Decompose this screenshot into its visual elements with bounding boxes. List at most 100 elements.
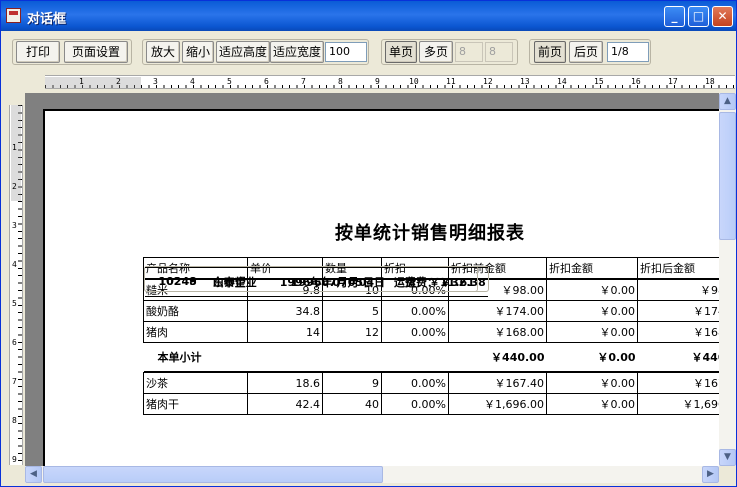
ruler-margin-shade [45,77,141,88]
order-group-header: 10249 东帝望 1996年07月05日 运费： ￥11.61 [143,265,478,297]
table-cell: 沙茶 [143,372,248,394]
report-page: 按单统计销售明细报表 产品名称 单价 数量 折扣 折扣前金额 折扣金额 折扣后金… [43,109,719,466]
close-button[interactable]: ✕ [712,6,733,27]
table-row: 猪肉 14 12 0.00% ￥168.00 ￥0.00 ￥168 [143,321,719,343]
window-title: 对话框 [27,12,67,27]
order-subtotal-row: 本单小计 ￥440.00 ￥0.00 ￥440 [143,342,719,372]
ruler-label: 16 [631,77,641,86]
horizontal-scrollbar[interactable]: ◀ ▶ [25,466,719,483]
table-cell: ￥0.00 [546,279,638,301]
report-table: 产品名称 单价 数量 折扣 折扣前金额 折扣金额 折扣后金额 10248 山泰企… [143,257,719,415]
table-cell: ￥174.00 [448,300,547,322]
ruler-label: 1 [12,143,17,152]
ruler-label: 17 [668,77,678,86]
ruler-label: 2 [12,182,17,191]
scroll-down-button[interactable]: ▼ [719,449,736,466]
table-cell: 0.00% [381,321,449,343]
ruler-label: 9 [12,455,17,464]
horizontal-scroll-thumb[interactable] [43,466,383,483]
table-cell: 猪肉 [143,321,248,343]
ruler-label: 6 [12,338,17,347]
vertical-scrollbar[interactable]: ▲ ▼ [719,93,736,466]
toolbar: 打印 页面设置 放大 缩小 适应高度 适应宽度 100 单页 多页 8 8 前页… [1,31,736,73]
multi-rows-input[interactable]: 8 [455,42,483,62]
table-cell: ￥167 [637,372,719,394]
zoom-out-button[interactable]: 缩小 [182,41,214,63]
order-id: 10249 [144,266,199,297]
table-cell: ￥1,696.00 [448,393,547,415]
table-cell: 18.6 [247,372,323,394]
single-page-button[interactable]: 单页 [385,41,417,63]
subtotal-before: ￥440.00 [448,342,547,372]
ruler-label: 6 [264,77,269,86]
maximize-button[interactable]: □ [688,6,709,27]
preview-area[interactable]: 按单统计销售明细报表 产品名称 单价 数量 折扣 折扣前金额 折扣金额 折扣后金… [25,93,719,466]
table-cell: ￥174 [637,300,719,322]
minimize-button[interactable]: _ [664,6,685,27]
fit-height-button[interactable]: 适应高度 [216,41,270,63]
zoom-input[interactable]: 100 [325,42,367,62]
scroll-left-button[interactable]: ◀ [25,466,42,483]
minimize-icon: _ [671,9,678,23]
title-bar[interactable]: 对话框 _ □ ✕ [1,1,736,31]
table-cell: ￥1,696 [637,393,719,415]
scroll-right-button[interactable]: ▶ [702,466,719,483]
vertical-scroll-thumb[interactable] [719,112,736,240]
close-icon: ✕ [717,9,728,23]
table-cell: ￥0.00 [546,321,638,343]
right-arrow-icon: ▶ [707,469,714,479]
ruler-label: 4 [12,260,17,269]
ruler-label: 12 [483,77,493,86]
subtotal-label: 本单小计 [143,342,449,372]
table-cell: 9 [322,372,382,394]
freight-value: ￥11.61 [429,266,477,297]
multi-page-button[interactable]: 多页 [419,41,453,63]
ruler-label: 7 [12,377,17,386]
report-title: 按单统计销售明细报表 [335,223,525,244]
table-cell: 34.8 [247,300,323,322]
ruler-label: 5 [12,299,17,308]
ruler-label: 4 [190,77,195,86]
ruler-label: 13 [520,77,530,86]
ruler-label: 7 [301,77,306,86]
table-row: 酸奶酪 34.8 5 0.00% ￥174.00 ￥0.00 ￥174 [143,300,719,322]
table-cell: ￥0.00 [546,393,638,415]
order-customer: 东帝望 [198,266,248,297]
multi-cols-input[interactable]: 8 [485,42,513,62]
ruler-label: 15 [594,77,604,86]
header-cell: 折扣金额 [546,257,638,279]
page-indicator[interactable]: 1/8 [607,42,649,62]
freight-label: 运费： [376,266,430,297]
table-cell: ￥168 [637,321,719,343]
table-cell: ￥168.00 [448,321,547,343]
table-cell: 12 [322,321,382,343]
maximize-icon: □ [692,9,705,23]
zoom-in-button[interactable]: 放大 [146,41,180,63]
next-page-button[interactable]: 后页 [569,41,603,63]
ruler-label: 8 [338,77,343,86]
subtotal-after: ￥440 [637,342,719,372]
ruler-label: 1 [79,77,84,86]
ruler-label: 3 [12,221,17,230]
fit-width-button[interactable]: 适应宽度 [270,41,324,63]
ruler-label: 9 [375,77,380,86]
table-cell: 5 [322,300,382,322]
table-cell: 0.00% [381,372,449,394]
up-arrow-icon: ▲ [724,96,731,106]
table-cell: 42.4 [247,393,323,415]
page-setup-button[interactable]: 页面设置 [64,41,128,63]
ruler-label: 11 [446,77,456,86]
table-cell: 40 [322,393,382,415]
table-cell: 猪肉干 [143,393,248,415]
print-button[interactable]: 打印 [16,41,60,63]
app-icon [6,8,21,23]
table-row: 猪肉干 42.4 40 0.00% ￥1,696.00 ￥0.00 ￥1,696 [143,393,719,415]
table-cell: ￥98 [637,279,719,301]
ruler-label: 5 [227,77,232,86]
header-cell: 折扣后金额 [637,257,719,279]
scroll-up-button[interactable]: ▲ [719,93,736,110]
ruler-label: 2 [116,77,121,86]
prev-page-button[interactable]: 前页 [534,41,566,63]
ruler-label: 10 [409,77,419,86]
dialog-window: 对话框 _ □ ✕ 打印 页面设置 放大 缩小 适应高度 适应宽度 100 单页… [0,0,737,487]
